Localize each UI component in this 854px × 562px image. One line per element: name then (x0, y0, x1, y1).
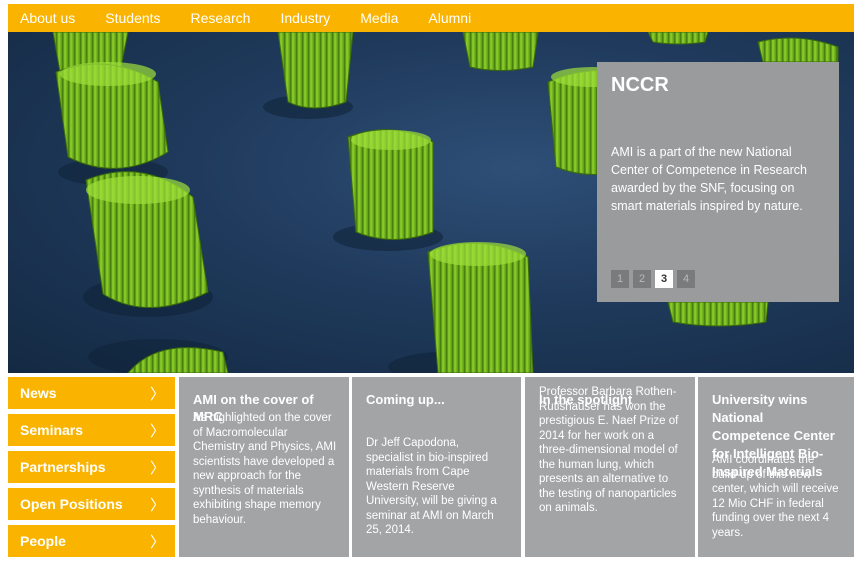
card-title: Coming up... (366, 392, 445, 407)
card-title: In the spotlight (539, 392, 633, 407)
side-menu-label: Open Positions (20, 496, 123, 512)
hero-banner: NCCR AMI is a part of the new National C… (8, 32, 854, 373)
side-menu: News 〉 Seminars 〉 Partnerships 〉 Open Po… (8, 377, 175, 562)
pager-3[interactable]: 3 (655, 270, 673, 288)
nav-industry[interactable]: Industry (280, 10, 330, 26)
top-navigation: About us Students Research Industry Medi… (8, 4, 854, 32)
nav-students[interactable]: Students (105, 10, 160, 26)
news-card-university-wins[interactable]: University wins National Competence Cent… (698, 377, 854, 557)
side-menu-open-positions[interactable]: Open Positions 〉 (8, 488, 175, 520)
side-menu-label: People (20, 533, 66, 549)
card-title: University wins National Competence Cent… (712, 392, 835, 479)
nav-alumni[interactable]: Alumni (428, 10, 471, 26)
slide-pager: 1 2 3 4 (611, 270, 699, 288)
side-menu-label: Seminars (20, 422, 84, 438)
card-text: As highlighted on the cover of Macromole… (193, 412, 337, 526)
chevron-right-icon: 〉 (149, 385, 165, 403)
side-menu-label: Partnerships (20, 459, 106, 475)
news-card-cover[interactable]: AMI on the cover of MRC As highlighted o… (179, 377, 349, 557)
pager-4[interactable]: 4 (677, 270, 695, 288)
panel-text: AMI is a part of the new National Center… (611, 145, 807, 213)
card-text: Dr Jeff Capodona, specialist in bio-insp… (366, 437, 497, 536)
chevron-right-icon: 〉 (149, 459, 165, 477)
pager-2[interactable]: 2 (633, 270, 651, 288)
panel-title: NCCR (611, 74, 669, 96)
chevron-right-icon: 〉 (149, 422, 165, 440)
nav-media[interactable]: Media (360, 10, 398, 26)
side-menu-seminars[interactable]: Seminars 〉 (8, 414, 175, 446)
news-card-coming-up[interactable]: Coming up... Dr Jeff Capodona, specialis… (352, 377, 521, 557)
side-menu-news[interactable]: News 〉 (8, 377, 175, 409)
side-menu-people[interactable]: People 〉 (8, 525, 175, 557)
side-menu-label: News (20, 385, 57, 401)
nav-about-us[interactable]: About us (20, 10, 75, 26)
chevron-right-icon: 〉 (149, 496, 165, 514)
news-card-spotlight[interactable]: Professor Barbara Rothen-Rutishauser has… (525, 377, 695, 557)
side-menu-partnerships[interactable]: Partnerships 〉 (8, 451, 175, 483)
chevron-right-icon: 〉 (149, 533, 165, 551)
nccr-info-panel: NCCR AMI is a part of the new National C… (597, 62, 839, 302)
pager-1[interactable]: 1 (611, 270, 629, 288)
nav-research[interactable]: Research (191, 10, 251, 26)
card-title: AMI on the cover of MRC (193, 392, 314, 424)
